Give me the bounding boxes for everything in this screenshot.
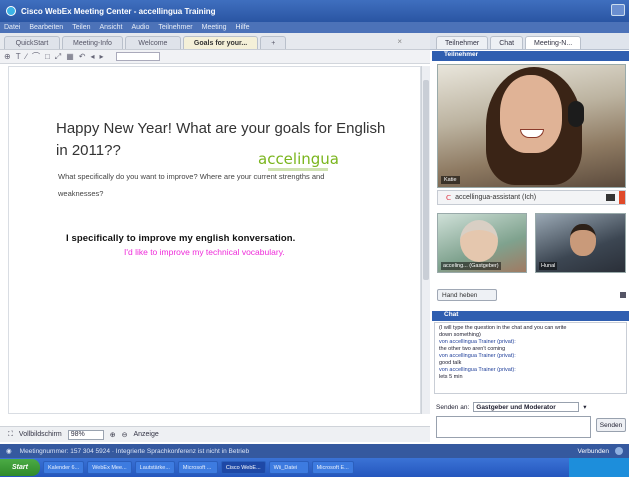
headset-icon (568, 101, 584, 127)
chat-line: lets 5 min (439, 374, 463, 380)
start-button[interactable]: Start (0, 459, 40, 476)
line-tool-icon[interactable]: ∕ (26, 52, 27, 61)
raise-hand-button[interactable]: Hand heben (437, 289, 497, 301)
speaker-video-label: Katie (441, 176, 460, 184)
menu-item-edit[interactable]: Bearbeiten (29, 24, 63, 31)
add-tab-button[interactable]: + (260, 36, 287, 49)
menu-item-view[interactable]: Ansicht (100, 24, 123, 31)
chat-line: the other two aren't coming (439, 346, 506, 352)
chat-line: good talk (439, 360, 462, 366)
participant-video-1[interactable]: acceling... (Gastgeber) (437, 213, 527, 273)
meeting-info-bar: ◉ Meetingnummer: 157 304 5924 · Integrie… (0, 444, 629, 458)
speaker-name: accellingua-assistant (Ich) (455, 194, 537, 201)
color-picker-icon[interactable]: ▦ (66, 52, 74, 61)
previous-page-icon[interactable]: ◂ (90, 52, 94, 61)
participant-video-2-label: Hunal (539, 262, 558, 270)
annotation-toolbar: ⊕ T ∕ ⌒ □ ⤢ ▦ ↶ ◂ ▸ (0, 50, 430, 64)
system-tray[interactable] (569, 458, 629, 477)
menu-item-share[interactable]: Teilen (72, 24, 90, 31)
taskbar-item[interactable]: Microsoft ... (177, 461, 218, 474)
slide-question: What specifically do you want to improve… (58, 172, 325, 198)
menu-item-audio[interactable]: Audio (131, 24, 149, 31)
highlighter-tool-icon[interactable]: ⌒ (32, 51, 40, 62)
zoom-in-icon[interactable]: ⊕ (110, 431, 116, 439)
menu-item-file[interactable]: Datei (4, 24, 20, 31)
taskbar-item[interactable]: Kalender 6... (43, 461, 85, 474)
fullscreen-icon[interactable]: ⛶ (8, 431, 13, 439)
whiteboard-scrollbar[interactable] (421, 66, 430, 414)
brand-logo: accelingua (258, 150, 339, 168)
windows-taskbar: Start Kalender 6... WebEx Mee... Lautstä… (0, 458, 629, 477)
menu-item-help[interactable]: Hilfe (236, 24, 250, 31)
text-tool-icon[interactable]: T (16, 52, 21, 61)
chat-sender: von accellingua Trainer (privat): (439, 339, 516, 345)
chat-line: (I will type the question in the chat an… (439, 325, 567, 331)
taskbar-item[interactable]: Microsoft E... (311, 461, 354, 474)
meeting-info-text: Meetingnummer: 157 304 5924 · Integriert… (19, 447, 250, 455)
speaker-bar: ᑕ accellingua-assistant (Ich) (437, 190, 626, 205)
taskbar-item[interactable]: Lautstärke... (134, 461, 175, 474)
board-status-bar: ⛶ Vollbildschirm 98% ⊕ ⊖ Anzeige (0, 426, 430, 442)
arrange-dropdown[interactable]: Anzeige (133, 431, 158, 438)
annotation-answer-1: I specifically to improve my english kon… (66, 233, 296, 244)
chat-recipient-row: Senden an: Gastgeber und Moderator ▾ (436, 401, 627, 413)
chat-recipient-select[interactable]: Gastgeber und Moderator (473, 402, 580, 412)
chat-recipient-label: Senden an: (436, 403, 470, 411)
fullscreen-label[interactable]: Vollbildschirm (19, 431, 62, 438)
document-tab-strip: QuickStart Meeting-Info Welcome Goals fo… (0, 33, 430, 50)
webex-logo-icon (6, 6, 16, 16)
active-speaker-video[interactable]: Katie (437, 64, 626, 188)
minimize-button[interactable] (611, 4, 625, 16)
rectangle-tool-icon[interactable]: □ (45, 52, 50, 61)
chat-line: down something) (439, 332, 481, 338)
webex-brand-icon: ◉ (6, 448, 12, 455)
page-dropdown[interactable] (116, 52, 161, 61)
tab-welcome[interactable]: Welcome (124, 36, 181, 49)
participant-video-2[interactable]: Hunal (535, 213, 626, 273)
tab-chat[interactable]: Chat (490, 36, 524, 49)
menu-item-participant[interactable]: Teilnehmer (158, 24, 192, 31)
chat-log: (I will type the question in the chat an… (434, 322, 627, 394)
video-panel-header[interactable]: Teilnehmer (432, 51, 629, 61)
zoom-select[interactable]: 98% (67, 429, 104, 440)
taskbar-item[interactable]: Wii_Datei (268, 461, 309, 474)
chat-input[interactable] (436, 416, 591, 438)
taskbar-item-active[interactable]: Cisco WebE... (220, 461, 266, 474)
stop-video-button[interactable] (619, 191, 625, 204)
close-tab-icon[interactable]: × (397, 37, 402, 46)
camera-icon[interactable] (606, 194, 615, 201)
connection-status: Verbunden (577, 447, 609, 455)
tab-quickstart[interactable]: QuickStart (4, 36, 60, 49)
window-title: Cisco WebEx Meeting Center - accellingua… (21, 6, 216, 16)
eraser-tool-icon[interactable]: ↶ (79, 52, 86, 61)
drawing-tool-icon[interactable]: ⤢ (55, 52, 61, 62)
window-title-bar: Cisco WebEx Meeting Center - accellingua… (0, 0, 629, 22)
tab-meeting-notes[interactable]: Meeting-N... (525, 36, 582, 49)
taskbar-item[interactable]: WebEx Mee... (87, 461, 132, 474)
scrollbar-thumb[interactable] (423, 80, 429, 280)
connection-icon (615, 447, 623, 455)
next-page-icon[interactable]: ▸ (99, 52, 103, 61)
send-button[interactable]: Senden (596, 418, 626, 432)
menu-item-meeting[interactable]: Meeting (202, 24, 227, 31)
chevron-down-icon[interactable]: ▾ (583, 403, 586, 411)
tab-goals[interactable]: Goals for your... (182, 36, 259, 49)
tab-meeting-info[interactable]: Meeting-Info (62, 36, 123, 49)
menu-bar: Datei Bearbeiten Teilen Ansicht Audio Te… (0, 22, 629, 33)
pointer-tool-icon[interactable]: ⊕ (4, 52, 11, 61)
speaker-icon: ᑕ (446, 194, 452, 202)
participant-video-1-label: acceling... (Gastgeber) (441, 262, 501, 270)
panel-tab-strip: Teilnehmer Chat Meeting-N... (430, 33, 629, 50)
chat-sender: von accellingua Trainer (privat): (439, 367, 516, 373)
annotation-answer-2: I'd like to improve my technical vocabul… (124, 247, 285, 257)
chat-panel-header[interactable]: Chat (432, 311, 629, 321)
zoom-out-icon[interactable]: ⊖ (122, 431, 128, 439)
tab-participants[interactable]: Teilnehmer (436, 36, 489, 49)
chat-sender: von accellingua Trainer (privat): (439, 353, 516, 359)
more-options-icon[interactable] (620, 292, 626, 298)
